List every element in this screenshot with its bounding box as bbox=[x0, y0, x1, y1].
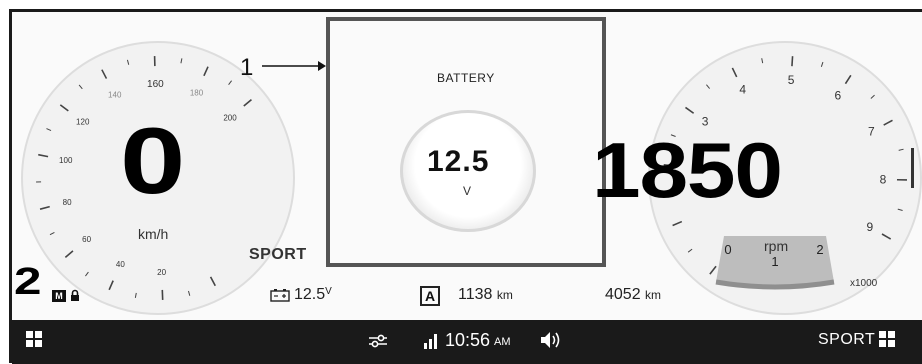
callout-arrow-icon bbox=[262, 61, 326, 71]
tachometer-tick-label: 5 bbox=[788, 73, 795, 87]
speed-value: 0 bbox=[120, 108, 186, 213]
drive-mode-label: SPORT bbox=[249, 246, 307, 263]
clock-time: 10:56 bbox=[445, 330, 491, 350]
speedometer-tick-label: 200 bbox=[223, 114, 237, 123]
speedometer-tick-label: 160 bbox=[147, 79, 164, 90]
trip-distance-unit: km bbox=[496, 288, 513, 302]
rpm-unit: rpm bbox=[764, 238, 789, 254]
battery-status-number: 12.5 bbox=[294, 286, 326, 303]
speedometer-tick-label: 40 bbox=[116, 260, 125, 269]
battery-voltage-unit: V bbox=[463, 184, 472, 198]
rpm-value: 1850 bbox=[592, 126, 783, 214]
lock-icon bbox=[71, 289, 79, 301]
drive-mode-status[interactable]: SPORT bbox=[818, 331, 875, 349]
tachometer-tick-label: 8 bbox=[880, 173, 887, 187]
battery-widget: BATTERY 12.5 V bbox=[326, 17, 606, 267]
battery-icon bbox=[270, 289, 290, 302]
gear-indicator: 2 bbox=[14, 261, 42, 303]
trip-distance-number: 1138 bbox=[458, 286, 493, 303]
tachometer-tick-label: 4 bbox=[739, 83, 746, 97]
odometer-unit: km bbox=[645, 288, 662, 302]
callout-number: 1 bbox=[240, 54, 254, 81]
odometer-number: 4052 bbox=[605, 286, 641, 303]
tachometer-tick-label: 6 bbox=[835, 89, 842, 103]
tachometer-tick-label: 7 bbox=[868, 125, 875, 139]
volume-icon[interactable] bbox=[540, 331, 562, 349]
speedometer-tick-label: 20 bbox=[157, 268, 166, 277]
manual-mode-badge: M bbox=[52, 290, 66, 302]
trip-a-badge: A bbox=[420, 286, 440, 306]
tachometer-major-tick bbox=[791, 56, 794, 67]
rpm-bar-tick-label: 0 bbox=[724, 242, 731, 257]
battery-voltage-value: 12.5 bbox=[427, 145, 490, 178]
clock-ampm: AM bbox=[494, 336, 511, 348]
battery-title: BATTERY bbox=[437, 71, 495, 85]
battery-status-unit: V bbox=[325, 286, 332, 297]
speedometer-tick-label: 60 bbox=[82, 235, 91, 244]
speedometer-tick-label: 100 bbox=[59, 156, 73, 165]
rpm-multiplier: x1000 bbox=[850, 278, 878, 289]
bottom-status-bar: 10:56 AM SPORT bbox=[12, 320, 922, 364]
instrument-cluster-figure: 20 40 60 80 100 120 140 160 180 200 3 4 5 6 7 8 9 0 1 2 1 B… bbox=[0, 0, 922, 364]
signal-bars-icon bbox=[424, 334, 437, 349]
speedometer-tick-label: 180 bbox=[190, 88, 204, 97]
tachometer-tick-label: 9 bbox=[867, 220, 874, 234]
rpm-bar-tick-label: 2 bbox=[816, 242, 823, 257]
speedometer-tick-label: 140 bbox=[108, 91, 122, 100]
rpm-bar-tick-label: 1 bbox=[771, 254, 778, 269]
battery-status-value: 12.5V bbox=[294, 286, 332, 304]
speedometer-tick-label: 80 bbox=[63, 198, 72, 207]
trip-distance: 1138 km bbox=[458, 286, 513, 304]
settings-sliders-icon[interactable] bbox=[368, 333, 388, 349]
speedometer-tick-label: 120 bbox=[76, 118, 90, 127]
odometer: 4052 km bbox=[605, 286, 661, 304]
menu-grid-icon[interactable] bbox=[26, 331, 42, 347]
display-edge-marker bbox=[911, 148, 914, 188]
menu-grid-icon[interactable] bbox=[879, 331, 895, 347]
speed-unit: km/h bbox=[138, 226, 169, 242]
